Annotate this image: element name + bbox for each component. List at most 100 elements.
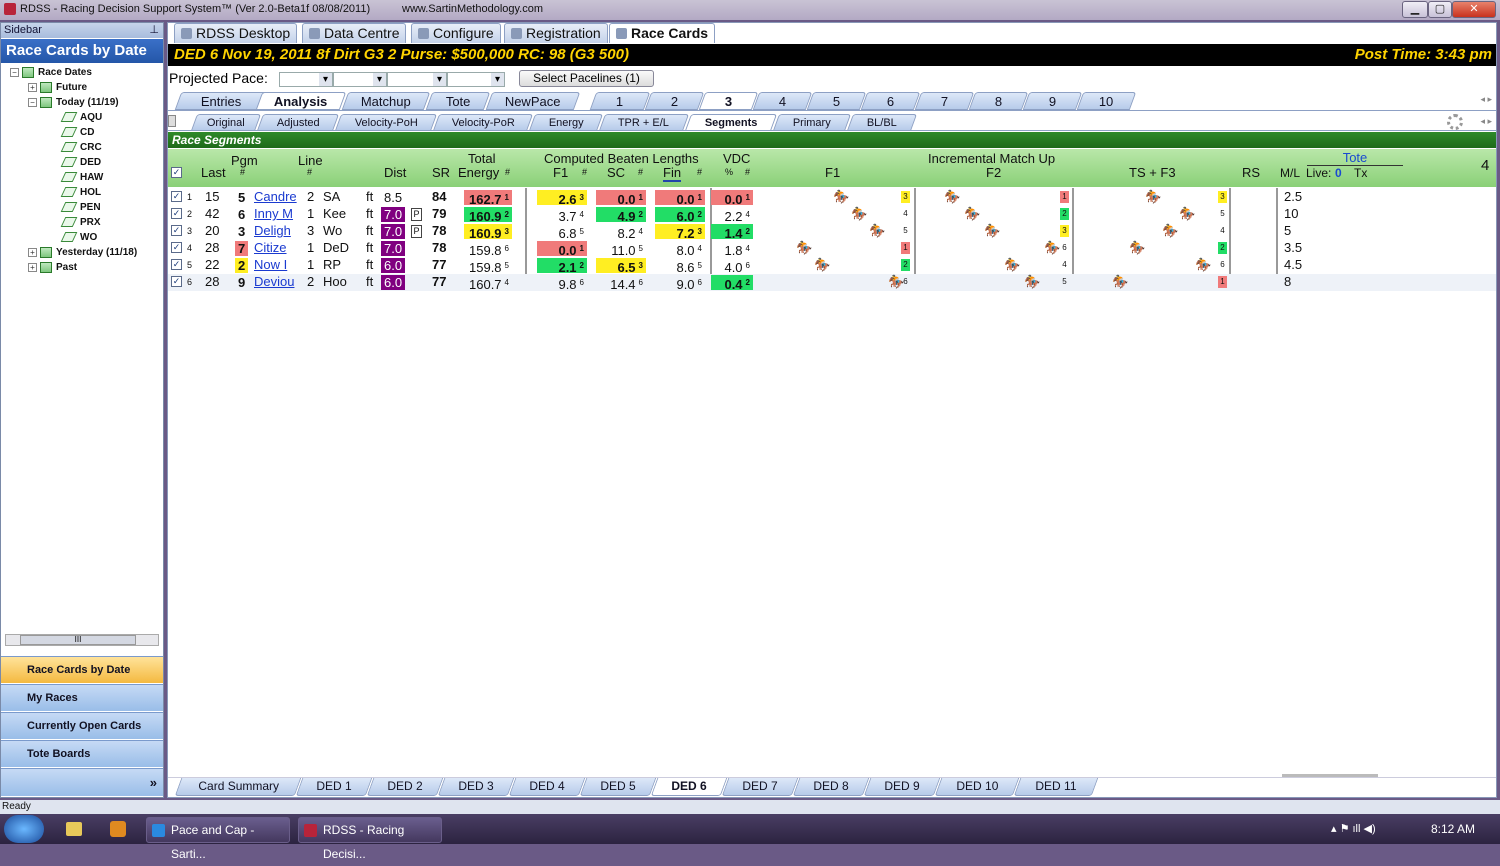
tree-future[interactable]: + Future	[28, 82, 87, 93]
horse-name-link[interactable]: Deligh	[254, 223, 291, 239]
bottom-tab-ded-2[interactable]: DED 2	[366, 778, 444, 796]
horse-name-link[interactable]: Now I	[254, 257, 287, 273]
tab-race-6[interactable]: 6	[860, 92, 921, 110]
expand-icon[interactable]: +	[28, 248, 37, 257]
row-checkbox[interactable]: ✓	[171, 225, 182, 236]
nav-my-races[interactable]: My Races	[1, 684, 163, 711]
row-checkbox[interactable]: ✓	[171, 208, 182, 219]
select-pacelines-button[interactable]: Select Pacelines (1)	[519, 70, 654, 87]
pace-combo-4[interactable]	[447, 72, 505, 87]
select-all-checkbox[interactable]: ✓	[171, 167, 182, 178]
tree-track-haw[interactable]: HAW	[60, 172, 103, 183]
tab-adjusted[interactable]: Adjusted	[256, 114, 340, 131]
tab-race-5[interactable]: 5	[806, 92, 867, 110]
bottom-tab-ded-4[interactable]: DED 4	[508, 778, 586, 796]
bottom-tab-ded-3[interactable]: DED 3	[437, 778, 515, 796]
bottom-tab-ded-1[interactable]: DED 1	[295, 778, 373, 796]
pace-combo-1[interactable]	[279, 72, 333, 87]
tab-rdss-desktop[interactable]: RDSS Desktop	[174, 23, 298, 43]
bottom-tab-ded-6[interactable]: DED 6	[650, 778, 728, 796]
collapse-icon[interactable]: −	[10, 68, 19, 77]
horse-name-link[interactable]: Deviou	[254, 274, 294, 290]
tab-race-9[interactable]: 9	[1022, 92, 1083, 110]
tab-analysis[interactable]: Analysis	[255, 92, 347, 110]
tab-race-1[interactable]: 1	[589, 92, 651, 110]
tree-track-wo[interactable]: WO	[60, 232, 97, 243]
tab-segments[interactable]: Segments	[684, 114, 778, 131]
tab-registration[interactable]: Registration	[504, 23, 608, 43]
row-checkbox[interactable]: ✓	[171, 259, 182, 270]
taskbar-item-rdss[interactable]: RDSS - Racing Decisi...	[298, 817, 442, 861]
minimize-button[interactable]: ▁	[1402, 1, 1428, 18]
nav-race-cards-by-date[interactable]: Race Cards by Date	[1, 656, 163, 683]
tab-tote[interactable]: Tote	[425, 92, 491, 110]
tab-velocity-por[interactable]: Velocity-PoR	[432, 114, 534, 131]
bottom-tab-card-summary[interactable]: Card Summary	[174, 778, 302, 796]
tree-track-prx[interactable]: PRX	[60, 217, 101, 228]
expand-icon[interactable]: +	[28, 83, 37, 92]
tree-race-dates[interactable]: − Race Dates	[10, 67, 92, 78]
media-player-icon[interactable]	[110, 821, 126, 837]
tab-race-cards[interactable]: Race Cards	[609, 23, 716, 43]
tree-track-aqu[interactable]: AQU	[60, 112, 102, 123]
tree-track-cd[interactable]: CD	[60, 127, 94, 138]
tab-configure[interactable]: Configure	[411, 23, 501, 43]
panel-toggle-icon[interactable]	[168, 115, 176, 127]
nav-tote-boards[interactable]: Tote Boards	[1, 740, 163, 767]
tab-newpace[interactable]: NewPace	[485, 92, 581, 110]
tab-race-4[interactable]: 4	[752, 92, 813, 110]
tab-tpr-el[interactable]: TPR + E/L	[598, 114, 690, 131]
tree-track-pen[interactable]: PEN	[60, 202, 101, 213]
tab-velocity-poh[interactable]: Velocity-PoH	[334, 114, 438, 131]
tree-track-crc[interactable]: CRC	[60, 142, 102, 153]
scroll-thumb[interactable]: III	[20, 635, 136, 645]
tab-original[interactable]: Original	[190, 114, 262, 131]
nav-currently-open-cards[interactable]: Currently Open Cards	[1, 712, 163, 739]
pin-icon[interactable]: ⊥	[149, 23, 159, 38]
bottom-tab-ded-9[interactable]: DED 9	[863, 778, 941, 796]
sidebar-hscrollbar[interactable]: III	[5, 634, 159, 646]
tree-past[interactable]: + Past	[28, 262, 77, 273]
tab-race-8[interactable]: 8	[968, 92, 1029, 110]
tab-primary[interactable]: Primary	[772, 114, 852, 131]
horse-name-link[interactable]: Candre	[254, 189, 297, 205]
start-button[interactable]	[4, 815, 44, 843]
pace-combo-2[interactable]	[333, 72, 387, 87]
tab-race-7[interactable]: 7	[914, 92, 975, 110]
tab-matchup[interactable]: Matchup	[341, 92, 431, 110]
row-checkbox[interactable]: ✓	[171, 276, 182, 287]
bottom-tab-ded-8[interactable]: DED 8	[792, 778, 870, 796]
row-checkbox[interactable]: ✓	[171, 191, 182, 202]
tab-race-2[interactable]: 2	[644, 92, 705, 110]
tab-scroll-arrows[interactable]: ◂ ▸	[1480, 94, 1492, 105]
tab-race-10[interactable]: 10	[1076, 92, 1137, 110]
explorer-icon[interactable]	[66, 822, 82, 836]
nav-more-button[interactable]: »	[1, 768, 163, 796]
collapse-icon[interactable]: −	[28, 98, 37, 107]
bottom-tab-ded-11[interactable]: DED 11	[1013, 778, 1099, 796]
bottom-tab-ded-10[interactable]: DED 10	[934, 778, 1020, 796]
system-tray[interactable]: ▴ ⚑ ıll ◀)	[1331, 822, 1376, 835]
expand-icon[interactable]: +	[28, 263, 37, 272]
close-button[interactable]: ✕	[1452, 1, 1496, 18]
tab-blbl[interactable]: BL/BL	[846, 114, 918, 131]
tree-yesterday[interactable]: + Yesterday (11/18)	[28, 247, 137, 258]
tree-track-hol[interactable]: HOL	[60, 187, 101, 198]
tree-today[interactable]: − Today (11/19)	[28, 97, 119, 108]
taskbar-item-pace-and-cap[interactable]: Pace and Cap - Sarti...	[146, 817, 290, 861]
tab-energy[interactable]: Energy	[528, 114, 604, 131]
tab-entries[interactable]: Entries	[174, 92, 268, 110]
bottom-tab-ded-7[interactable]: DED 7	[721, 778, 799, 796]
row-checkbox[interactable]: ✓	[171, 242, 182, 253]
tab-data-centre[interactable]: Data Centre	[302, 23, 407, 43]
tab-race-3[interactable]: 3	[698, 92, 759, 110]
horse-name-link[interactable]: Inny M	[254, 206, 293, 222]
pace-combo-3[interactable]	[387, 72, 447, 87]
bottom-tab-ded-5[interactable]: DED 5	[579, 778, 657, 796]
maximize-button[interactable]: ▢	[1428, 1, 1452, 18]
subtab-scroll-arrows[interactable]: ◂ ▸	[1480, 116, 1492, 127]
settings-gear-icon[interactable]	[1447, 114, 1463, 130]
horse-name-link[interactable]: Citize	[254, 240, 287, 256]
bottom-scrollbar[interactable]	[1282, 774, 1378, 777]
tree-track-ded[interactable]: DED	[60, 157, 101, 168]
